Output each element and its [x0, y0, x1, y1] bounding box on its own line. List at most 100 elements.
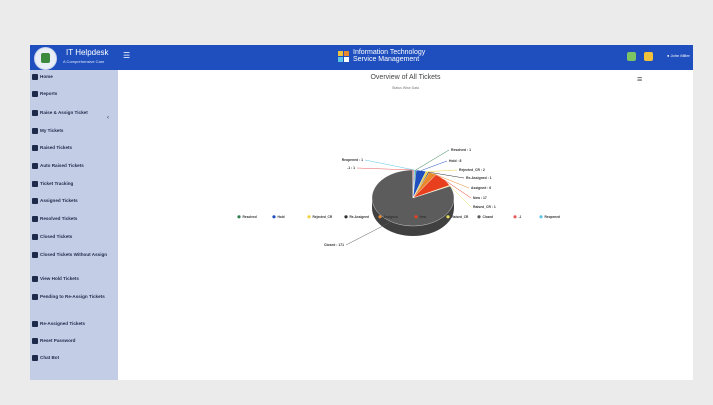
sidebar-item-reports[interactable]: Reports	[32, 91, 112, 97]
sidebar-item-label: View Hold Tickets	[40, 276, 79, 281]
connector-rejected-cr	[427, 169, 458, 172]
sidebar-item-label: Closed Tickets Without Assign	[40, 252, 108, 257]
chat-icon	[32, 355, 38, 361]
sidebar-item-home[interactable]: Home	[32, 74, 112, 80]
sidebar-item-reset-password[interactable]: Reset Password	[32, 338, 112, 344]
sidebar-item-assigned-tickets[interactable]: Assigned Tickets	[32, 198, 112, 204]
portal-title-line1: Information Technology	[353, 49, 426, 56]
legend-marker-raised-cr[interactable]	[446, 215, 450, 219]
user-menu[interactable]: ● John Miller	[667, 53, 690, 58]
legend-item-hold[interactable]: Hold	[278, 215, 285, 219]
data-label-1: -1 : 1	[347, 166, 355, 170]
sidebar-item-label: Resolved Tickets	[40, 216, 78, 221]
data-label-assigned: Assigned : 6	[471, 186, 491, 190]
sidebar-item-label: Re-Assigned Tickets	[40, 321, 86, 326]
sidebar-item-ticket-tracking[interactable]: Ticket Tracking	[32, 181, 112, 187]
legend-marker-assigned[interactable]	[378, 215, 382, 219]
user-check-icon	[32, 216, 38, 222]
location-icon	[32, 181, 38, 187]
legend-item-1[interactable]: -1	[519, 215, 522, 219]
home-icon	[32, 74, 38, 80]
itsm-logo-icon	[338, 51, 350, 64]
legend-item-closed[interactable]: Closed	[483, 215, 494, 219]
legend-marker-resolved[interactable]	[237, 215, 241, 219]
legend-item-new[interactable]: New	[420, 215, 427, 219]
top-navbar: IT Helpdesk A Comprehensive Care ☰ Infor…	[30, 45, 693, 70]
sidebar-item-auto-raised-tickets[interactable]: Auto Raised Tickets	[32, 163, 112, 169]
sidebar-item-chat-bot[interactable]: Chat Bot	[32, 355, 112, 361]
sidebar-item-label: Chat Bot	[40, 355, 60, 360]
hourglass-icon	[32, 252, 38, 258]
legend-marker-new[interactable]	[414, 215, 418, 219]
main-content: Resolved : 1 Hold : 8 Rejected_CR : 2 Re-As…	[118, 70, 693, 380]
sidebar-item-label: Pending to Re-Assign Tickets	[40, 294, 105, 299]
chevron-left-icon[interactable]: ‹	[107, 115, 109, 121]
legend-item-resolved[interactable]: Resolved	[243, 215, 257, 219]
legend-marker-re-assigned[interactable]	[344, 215, 348, 219]
helpdesk-logo-icon[interactable]	[34, 47, 57, 70]
app-subtitle: A Comprehensive Care	[63, 59, 105, 64]
connector-resolved	[415, 149, 450, 171]
sidebar-item-label: Raised Tickets	[40, 145, 73, 150]
ticket-icon	[32, 110, 38, 116]
alert-icon[interactable]	[644, 52, 653, 61]
sidebar-item-pending-reassign[interactable]: Pending to Re-Assign Tickets	[32, 294, 112, 300]
key-icon	[32, 338, 38, 344]
pie-chart: Resolved : 1 Hold : 8 Rejected_CR : 2 Re-As…	[237, 148, 560, 247]
sidebar-item-label: Reports	[40, 91, 58, 96]
sidebar-item-label: Assigned Tickets	[40, 198, 78, 203]
data-label-closed: Closed : 171	[324, 243, 344, 247]
legend-marker-closed[interactable]	[477, 215, 481, 219]
sidebar-item-closed-tickets[interactable]: Closed Tickets	[32, 234, 112, 240]
data-label-raised-cr: Raised_CR : 1	[473, 205, 496, 209]
menu-toggle-icon[interactable]: ☰	[123, 51, 130, 60]
chart-export-menu-icon[interactable]: ≡	[637, 74, 642, 84]
legend-marker-1[interactable]	[513, 215, 517, 219]
legend-marker-rejected-cr[interactable]	[307, 215, 311, 219]
sidebar: Home Reports Raise & Assign Ticket My Ti…	[30, 70, 118, 380]
sidebar-item-raised-tickets[interactable]: Raised Tickets	[32, 145, 112, 151]
data-label-reopened: Reopened : 1	[342, 158, 363, 162]
id-card-icon	[32, 128, 38, 134]
sidebar-item-resolved-tickets[interactable]: Resolved Tickets	[32, 216, 112, 222]
users-icon	[32, 198, 38, 204]
car-icon	[32, 276, 38, 282]
warning-icon	[32, 145, 38, 151]
browser-viewport: IT Helpdesk A Comprehensive Care ☰ Infor…	[30, 45, 693, 380]
connector-closed	[345, 221, 392, 246]
sidebar-item-my-tickets[interactable]: My Tickets	[32, 128, 112, 134]
app-title[interactable]: IT Helpdesk	[66, 48, 109, 57]
sidebar-item-view-hold-tickets[interactable]: View Hold Tickets	[32, 276, 112, 282]
legend-marker-hold[interactable]	[272, 215, 276, 219]
legend-item-assigned[interactable]: Assigned	[384, 215, 398, 219]
legend-item-rejected-cr[interactable]: Rejected_CR	[313, 215, 333, 219]
chart-title: Overview of All Tickets	[370, 74, 441, 81]
sidebar-item-reassigned-tickets[interactable]: Re-Assigned Tickets	[32, 321, 112, 327]
portal-title-line2: Service Management	[353, 56, 420, 63]
data-label-hold: Hold : 8	[449, 159, 462, 163]
legend-item-re-assigned[interactable]: Re-Assigned	[350, 215, 370, 219]
sidebar-item-raise-assign-ticket[interactable]: Raise & Assign Ticket	[32, 110, 112, 116]
sidebar-item-label: Auto Raised Tickets	[40, 163, 84, 168]
notification-icon[interactable]	[627, 52, 636, 61]
data-label-new: New : 17	[473, 196, 487, 200]
sidebar-item-closed-tickets-without-assign[interactable]: Closed Tickets Without Assign	[32, 252, 112, 258]
legend-item-raised-cr[interactable]: Raised_CR	[452, 215, 470, 219]
legend-item-reopened[interactable]: Reopened	[545, 215, 560, 219]
connector-hold	[421, 160, 448, 171]
close-box-icon	[32, 234, 38, 240]
data-label-rejected-cr: Rejected_CR : 2	[459, 168, 485, 172]
robot-icon	[32, 163, 38, 169]
user-name: John Miller	[670, 53, 690, 58]
chart-subtitle: Status Wise Data	[391, 86, 420, 90]
swap-icon	[32, 321, 38, 327]
data-label-resolved: Resolved : 1	[451, 148, 471, 152]
sidebar-item-label: Raise & Assign Ticket	[40, 110, 88, 115]
sidebar-item-label: Closed Tickets	[40, 234, 73, 239]
hourglass-icon	[32, 294, 38, 300]
list-icon	[32, 91, 38, 97]
sidebar-item-label: Home	[40, 74, 53, 79]
sidebar-item-label: My Tickets	[40, 128, 64, 133]
sidebar-item-label: Reset Password	[40, 338, 76, 343]
legend-marker-reopened[interactable]	[539, 215, 543, 219]
